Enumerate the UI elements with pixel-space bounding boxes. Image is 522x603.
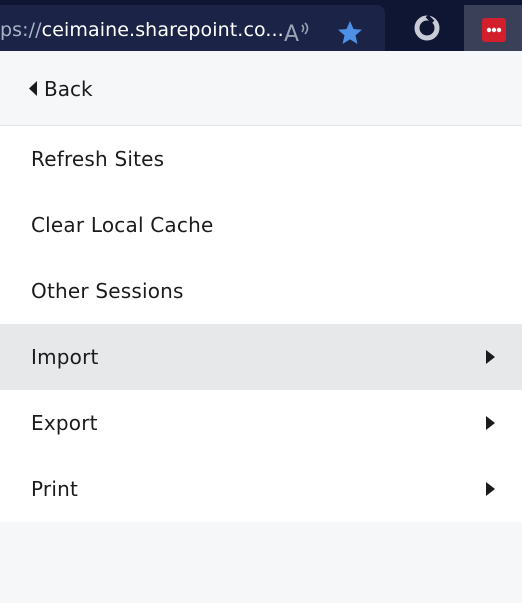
menu-item-label: Other Sessions: [31, 279, 184, 303]
caret-right-icon: [486, 482, 495, 496]
menu-item-print[interactable]: Print: [0, 456, 522, 522]
lastpass-icon: [482, 18, 506, 42]
menu-item-export[interactable]: Export: [0, 390, 522, 456]
menu-item-label: Import: [31, 345, 99, 369]
ring-extension-icon[interactable]: [414, 15, 440, 41]
star-icon[interactable]: [337, 20, 363, 46]
browser-toolbar: ps://ceimaine.sharepoint.co... A: [0, 0, 522, 51]
menu-item-import[interactable]: Import: [0, 324, 522, 390]
svg-text:A: A: [284, 22, 299, 44]
menu-item-label: Clear Local Cache: [31, 213, 214, 237]
caret-left-icon: [29, 81, 37, 96]
menu-item-label: Refresh Sites: [31, 147, 165, 171]
url-scheme: ps://: [0, 19, 42, 41]
menu-item-label: Export: [31, 411, 98, 435]
back-button[interactable]: Back: [0, 51, 522, 126]
menu-item-other-sessions[interactable]: Other Sessions: [0, 258, 522, 324]
menu-item-label: Print: [31, 477, 79, 501]
address-bar[interactable]: ps://ceimaine.sharepoint.co... A: [0, 5, 385, 51]
url-text[interactable]: ps://ceimaine.sharepoint.co...: [0, 19, 284, 41]
back-label: Back: [44, 77, 93, 101]
menu-item-refresh-sites[interactable]: Refresh Sites: [0, 126, 522, 192]
caret-right-icon: [486, 350, 495, 364]
menu-item-clear-local-cache[interactable]: Clear Local Cache: [0, 192, 522, 258]
lastpass-button[interactable]: [464, 5, 522, 51]
caret-right-icon: [486, 416, 495, 430]
extension-menu-panel: Back Refresh Sites Clear Local Cache Oth…: [0, 51, 522, 603]
read-aloud-icon[interactable]: A: [284, 20, 312, 44]
url-host: ceimaine.sharepoint.co...: [41, 19, 284, 41]
menu-list: Refresh Sites Clear Local Cache Other Se…: [0, 126, 522, 522]
